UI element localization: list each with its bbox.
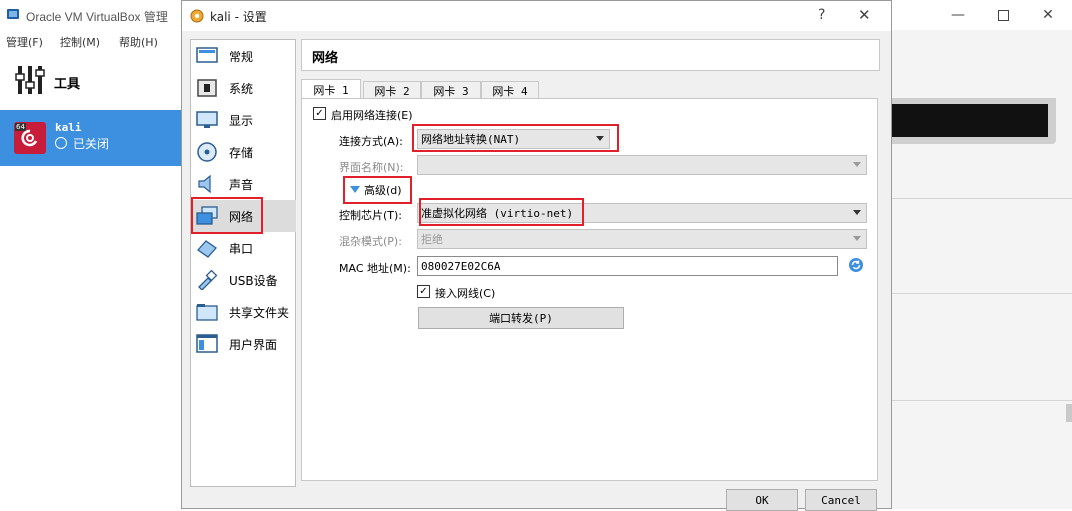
- debian-os-icon: 64: [14, 122, 46, 154]
- settings-dialog: kali - 设置 ? ✕ 常规 系统 显示 存储 声音 网络 串口 USB设备…: [181, 0, 892, 511]
- tab-adapter-2[interactable]: 网卡 2: [363, 81, 421, 99]
- dialog-title: kali - 设置: [210, 10, 267, 24]
- menu-manage[interactable]: 管理(F): [6, 34, 43, 50]
- chevron-down-icon: [853, 162, 861, 167]
- details-divider: [888, 293, 1072, 294]
- nav-label: USB设备: [229, 273, 278, 288]
- vm-state: 已关闭: [73, 137, 110, 151]
- main-window-title: Oracle VM VirtualBox 管理: [26, 10, 168, 24]
- settings-nav: 常规 系统 显示 存储 声音 网络 串口 USB设备 共享文件夹 用户界面: [190, 39, 296, 487]
- vm-list-empty: [0, 166, 182, 509]
- enable-adapter-label: 启用网络连接(E): [331, 109, 413, 122]
- section-title: 网络: [312, 51, 339, 66]
- nav-item-shared-folders[interactable]: 共享文件夹: [192, 296, 296, 328]
- tab-panel: ✓ 启用网络连接(E) 连接方式(A): 网络地址转换(NAT) 界面名称(N)…: [301, 98, 878, 481]
- settings-content: 网络 网卡 1 网卡 2 网卡 3 网卡 4 ✓ 启用网络连接(E) 连接方式(…: [301, 39, 880, 487]
- check-icon: ✓: [315, 107, 324, 119]
- nav-label: 声音: [229, 177, 254, 192]
- nav-item-audio[interactable]: 声音: [192, 168, 296, 200]
- tab-adapter-3[interactable]: 网卡 3: [421, 81, 481, 99]
- cable-connected-label: 接入网线(C): [435, 287, 496, 300]
- nav-label: 存储: [229, 145, 254, 160]
- nav-label: 共享文件夹: [229, 305, 290, 320]
- ok-button[interactable]: OK: [726, 489, 798, 511]
- highlight-adapter-type: [419, 198, 584, 226]
- tab-adapter-1[interactable]: 网卡 1: [301, 79, 361, 99]
- storage-icon: [196, 142, 218, 162]
- check-icon: ✓: [419, 285, 428, 297]
- menu-control[interactable]: 控制(M): [60, 34, 100, 50]
- display-icon: [196, 110, 218, 130]
- close-icon: ✕: [1042, 7, 1054, 23]
- cable-connected-checkbox[interactable]: ✓: [417, 285, 430, 298]
- virtualbox-logo-icon: [6, 7, 20, 21]
- vm-name: kali: [55, 121, 82, 134]
- refresh-mac-button[interactable]: [848, 257, 864, 273]
- gear-icon: [189, 8, 205, 24]
- nav-item-serial-port[interactable]: 串口: [192, 232, 296, 264]
- nav-item-system[interactable]: 系统: [192, 72, 296, 104]
- promiscuous-select[interactable]: 拒绝: [417, 229, 867, 249]
- mac-address-value: 080027E02C6A: [421, 260, 501, 273]
- nav-label: 用户界面: [229, 337, 278, 352]
- cancel-button[interactable]: Cancel: [805, 489, 877, 511]
- minimize-icon: —: [951, 7, 965, 23]
- highlight-advanced: [343, 176, 412, 204]
- audio-icon: [196, 174, 218, 194]
- adapter-name-label: 界面名称(N):: [339, 161, 404, 174]
- chevron-down-icon: [853, 236, 861, 241]
- tools-entry[interactable]: 工具: [0, 58, 180, 106]
- nav-item-display[interactable]: 显示: [192, 104, 296, 136]
- tools-icon: [15, 64, 45, 96]
- details-scrollbar[interactable]: [1066, 404, 1072, 422]
- main-close-button[interactable]: ✕: [1025, 0, 1071, 30]
- maximize-icon: [997, 9, 1009, 21]
- refresh-icon: [849, 258, 863, 272]
- minimize-button[interactable]: —: [935, 0, 981, 30]
- promiscuous-value: 拒绝: [421, 233, 443, 246]
- mac-address-field[interactable]: 080027E02C6A: [417, 256, 838, 276]
- chevron-down-icon: [853, 210, 861, 215]
- attached-to-label: 连接方式(A):: [339, 135, 403, 148]
- details-divider: [888, 198, 1072, 199]
- serial-port-icon: [196, 238, 218, 258]
- enable-adapter-checkbox[interactable]: ✓: [313, 107, 326, 120]
- vm-list-item-kali[interactable]: 64 kali 已关闭: [0, 110, 182, 166]
- user-interface-icon: [196, 334, 218, 354]
- adapter-name-select[interactable]: [417, 155, 867, 175]
- help-button[interactable]: ?: [818, 7, 825, 23]
- details-divider: [888, 400, 1072, 401]
- nav-label: 系统: [229, 81, 254, 96]
- tools-label: 工具: [54, 77, 81, 92]
- system-icon: [196, 78, 218, 98]
- dialog-close-button[interactable]: ✕: [858, 6, 871, 24]
- general-icon: [196, 46, 218, 66]
- highlight-attached-to: [412, 124, 619, 152]
- nav-item-storage[interactable]: 存储: [192, 136, 296, 168]
- section-header: 网络: [301, 39, 880, 71]
- power-off-icon: [55, 137, 67, 149]
- highlight-nav-network: [191, 197, 263, 234]
- promiscuous-label: 混杂模式(P):: [339, 235, 402, 248]
- shared-folder-icon: [196, 302, 218, 322]
- dialog-titlebar: [182, 1, 891, 31]
- maximize-button[interactable]: [980, 0, 1026, 30]
- vm-preview: [888, 104, 1048, 137]
- mac-address-label: MAC 地址(M):: [339, 262, 411, 275]
- nav-item-user-interface[interactable]: 用户界面: [192, 328, 296, 360]
- tab-adapter-4[interactable]: 网卡 4: [481, 81, 539, 99]
- menu-help[interactable]: 帮助(H): [119, 34, 158, 50]
- adapter-type-label: 控制芯片(T):: [339, 209, 403, 222]
- nav-label: 串口: [229, 241, 254, 256]
- port-forwarding-button[interactable]: 端口转发(P): [418, 307, 624, 329]
- nav-label: 显示: [229, 113, 254, 128]
- nav-label: 常规: [229, 49, 254, 64]
- usb-icon: [196, 270, 218, 290]
- nav-item-general[interactable]: 常规: [192, 40, 296, 72]
- nav-item-usb[interactable]: USB设备: [192, 264, 296, 296]
